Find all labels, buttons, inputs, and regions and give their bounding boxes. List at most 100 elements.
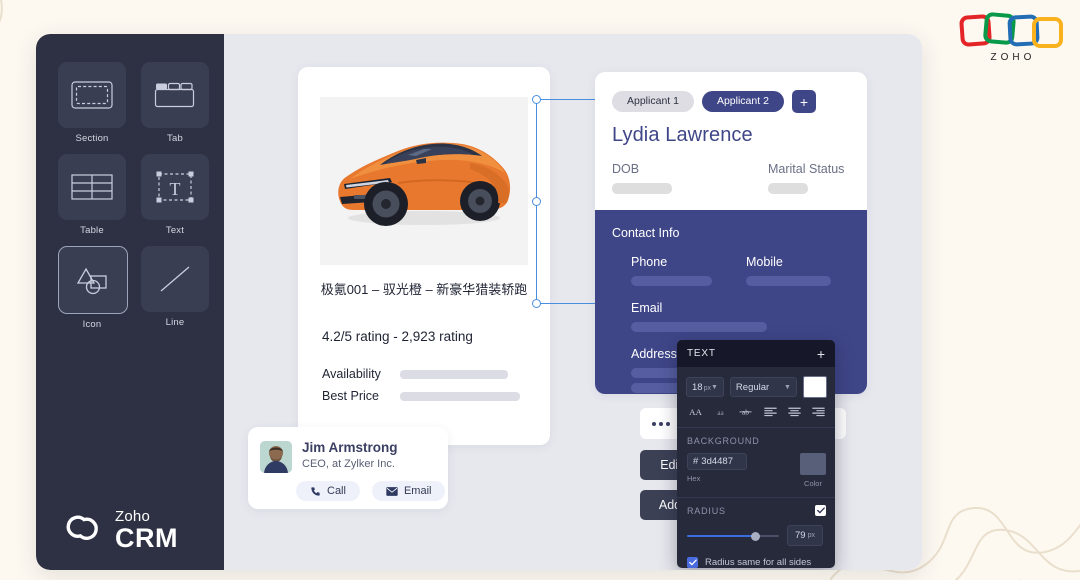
radius-same-checkbox[interactable]: [687, 557, 698, 568]
design-canvas[interactable]: 极氪001 – 驭光橙 – 新豪华猎装轿跑 4.2/5 rating - 2,9…: [224, 34, 922, 570]
product-card[interactable]: 极氪001 – 驭光橙 – 新豪华猎装轿跑 4.2/5 rating - 2,9…: [298, 67, 550, 445]
zoho-logo: ZOHO: [959, 8, 1067, 64]
font-weight-value: Regular: [735, 381, 770, 393]
sidebar-item-text[interactable]: T Text: [141, 154, 209, 236]
zoho-wordmark: ZOHO: [991, 52, 1036, 63]
sidebar-item-section[interactable]: Section: [58, 62, 126, 144]
contact-label: Mobile: [746, 255, 783, 269]
hex-value: 3d4487: [701, 456, 733, 467]
avatar: [260, 441, 292, 473]
sidebar-item-tab[interactable]: Tab: [141, 62, 209, 144]
sidebar-item-icon[interactable]: Icon: [58, 246, 128, 330]
person-actions: Call Email: [296, 481, 446, 501]
person-name: Jim Armstrong: [302, 440, 398, 455]
product-rating: 4.2/5 rating - 2,923 rating: [322, 329, 473, 344]
sidebar-item-table[interactable]: Table: [58, 154, 126, 236]
chevron-down-icon: ▼: [784, 383, 791, 391]
contact-value-placeholder: [631, 322, 767, 332]
text-properties-panel[interactable]: TEXT + 18px ▼ Regular ▼ AA aa ab BACKGRO…: [677, 340, 835, 568]
svg-text:aa: aa: [717, 409, 724, 417]
align-center-icon[interactable]: [788, 406, 801, 417]
strikethrough-icon[interactable]: ab: [738, 406, 753, 417]
sidebar-item-line[interactable]: Line: [141, 246, 209, 330]
screenshot-root: ZOHO Section Tab Table T Text Icon Line …: [0, 0, 1080, 580]
background-section-title: BACKGROUND: [687, 436, 760, 446]
slider-knob[interactable]: [751, 531, 760, 541]
dot: [652, 421, 656, 426]
dot: [659, 421, 663, 426]
section-tile[interactable]: [58, 62, 126, 128]
applicant-name: Lydia Lawrence: [612, 124, 753, 146]
product-image[interactable]: [320, 97, 528, 265]
more-options-button[interactable]: [640, 408, 682, 439]
applicant-tabs: Applicant 1 Applicant 2 +: [612, 90, 816, 113]
text-color-swatch[interactable]: [802, 376, 827, 398]
zoho-crm-line1: Zoho: [115, 508, 150, 525]
add-applicant-button[interactable]: +: [791, 90, 816, 113]
radius-same-row[interactable]: Radius same for all sides: [687, 557, 826, 568]
tab-applicant-2[interactable]: Applicant 2: [701, 91, 784, 112]
field-label: Marital Status: [768, 162, 845, 176]
sidebar-item-label: Section: [75, 133, 109, 144]
hex-prefix: #: [693, 456, 699, 467]
contact-value-placeholder: [746, 276, 831, 286]
svg-text:T: T: [170, 179, 181, 199]
field-dob: DOB: [612, 162, 672, 194]
icon-tile[interactable]: [58, 246, 128, 314]
radius-section-title: RADIUS: [687, 505, 726, 516]
table-tile[interactable]: [58, 154, 126, 220]
call-button[interactable]: Call: [296, 481, 360, 501]
align-left-icon[interactable]: [764, 406, 777, 417]
text-panel-header: TEXT +: [677, 340, 835, 367]
zoho-crm-line2: CRM: [115, 523, 178, 553]
spec-value-placeholder: [400, 391, 520, 401]
radius-same-label: Radius same for all sides: [705, 557, 812, 568]
tab-applicant-1[interactable]: Applicant 1: [612, 91, 694, 112]
sidebar-item-label: Text: [165, 225, 185, 236]
font-weight-select[interactable]: Regular ▼: [729, 377, 797, 397]
person-card[interactable]: Jim Armstrong CEO, at Zylker Inc. Call E…: [248, 427, 448, 509]
radius-unit: px: [807, 532, 815, 539]
font-size-select[interactable]: 18px ▼: [686, 377, 724, 397]
email-button[interactable]: Email: [371, 481, 446, 501]
spec-value-placeholder: [400, 369, 508, 379]
field-marital-status: Marital Status: [768, 162, 844, 194]
text-icon: T: [156, 171, 194, 203]
lowercase-icon[interactable]: aa: [714, 406, 727, 417]
line-tile[interactable]: [141, 246, 209, 312]
chevron-down-icon: ▼: [710, 383, 718, 391]
text-format-row: AA aa ab: [677, 398, 835, 417]
uppercase-icon[interactable]: AA: [688, 406, 703, 417]
call-label: Call: [327, 485, 346, 497]
sidebar-item-label: Table: [80, 225, 104, 236]
phone-icon: [311, 486, 320, 496]
app-window: Section Tab Table T Text Icon Line Zoho …: [36, 34, 922, 570]
spec-row: Availability: [322, 367, 520, 381]
radius-value-input[interactable]: 79 px: [787, 525, 823, 546]
shapes-icon: [76, 267, 107, 295]
align-right-icon[interactable]: [812, 406, 825, 417]
radius-enable-checkbox[interactable]: [815, 505, 826, 516]
text-panel-add-button[interactable]: +: [817, 347, 825, 361]
background-row: # 3d4487 Hex Color: [687, 453, 826, 488]
font-size-unit: px: [703, 384, 711, 392]
radius-number: 79: [795, 530, 806, 541]
line-icon: [160, 266, 190, 292]
contact-row-phone-mobile: Phone Mobile: [631, 255, 867, 286]
product-specs: Availability Best Price: [322, 367, 520, 411]
contact-label: Phone: [631, 255, 668, 269]
tab-tile[interactable]: [141, 62, 209, 128]
field-label: DOB: [612, 162, 640, 176]
spec-label: Availability: [322, 367, 381, 381]
sidebar-item-label: Icon: [82, 319, 102, 330]
hex-input[interactable]: # 3d4487: [687, 453, 747, 470]
radius-controls: 79 px: [687, 525, 826, 546]
text-tile[interactable]: T: [141, 154, 209, 220]
background-color-swatch[interactable]: [800, 453, 826, 475]
radius-slider[interactable]: [687, 531, 779, 541]
field-value-placeholder: [612, 183, 672, 194]
font-size-value: 18: [692, 381, 703, 393]
zoho-infinity-icon: [66, 515, 98, 540]
product-title: 极氪001 – 驭光橙 – 新豪华猎装轿跑: [320, 282, 528, 297]
text-panel-title: TEXT: [687, 348, 716, 359]
